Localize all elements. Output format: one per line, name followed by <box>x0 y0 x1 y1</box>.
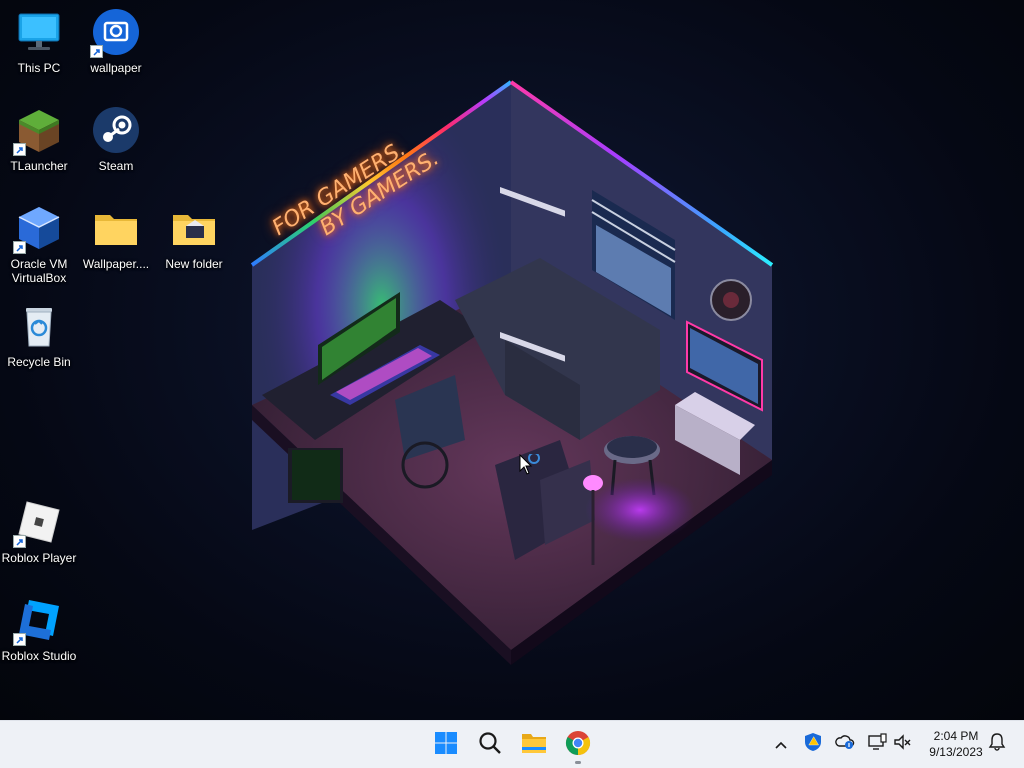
windows-start-icon <box>434 731 458 759</box>
desktop[interactable]: FOR GAMERS. BY GAMERS. This PC wallpaper… <box>0 0 1024 720</box>
shortcut-arrow-icon <box>13 535 26 548</box>
notifications-button[interactable] <box>986 733 1008 755</box>
chrome-icon <box>565 730 591 760</box>
desktop-icon-new-folder[interactable]: New folder <box>156 202 232 292</box>
roblox-player-icon <box>13 498 63 548</box>
desktop-icon-tlauncher[interactable]: TLauncher <box>1 104 77 194</box>
folder-icon <box>521 731 547 759</box>
running-indicator <box>575 761 581 764</box>
network-tray[interactable] <box>866 733 888 755</box>
taskbar: 2:04 PM 9/13/2023 <box>0 720 1024 768</box>
clock-time: 2:04 PM <box>933 729 979 743</box>
shortcut-arrow-icon <box>13 241 26 254</box>
desktop-icon-label: Recycle Bin <box>7 355 71 369</box>
computer-monitor-icon <box>15 8 63 56</box>
roblox-studio-icon <box>13 596 63 646</box>
minecraft-grass-block-icon <box>13 106 63 156</box>
speaker-muted-icon <box>893 733 913 755</box>
desktop-icon-label: wallpaper <box>90 61 142 75</box>
shortcut-arrow-icon <box>90 45 103 58</box>
windows-security-tray[interactable] <box>802 733 824 755</box>
shortcut-arrow-icon <box>13 143 26 156</box>
volume-tray[interactable] <box>892 733 914 755</box>
folder-icon <box>92 204 140 252</box>
desktop-icon-label: New folder <box>165 257 223 271</box>
desktop-icon-label: Wallpaper.... <box>82 257 150 271</box>
desktop-icon-label: Roblox Player <box>1 551 77 565</box>
show-hidden-icons-button[interactable] <box>770 733 792 755</box>
start-button[interactable] <box>426 725 466 765</box>
chrome-button[interactable] <box>558 725 598 765</box>
shield-warning-icon <box>803 732 823 756</box>
folder-icon <box>170 204 218 252</box>
steam-icon <box>92 106 140 154</box>
shortcut-arrow-icon <box>13 633 26 646</box>
desktop-icon-roblox-studio[interactable]: Roblox Studio <box>1 594 77 684</box>
wallpaper-engine-icon <box>90 8 140 58</box>
desktop-icon-label: TLauncher <box>10 159 68 173</box>
desktop-icon-this-pc[interactable]: This PC <box>1 6 77 96</box>
desktop-icon-steam[interactable]: Steam <box>78 104 154 194</box>
bell-icon <box>988 732 1006 756</box>
desktop-icon-label: Oracle VM VirtualBox <box>10 257 68 285</box>
desktop-icon-recycle-bin[interactable]: Recycle Bin <box>1 300 77 390</box>
desktop-icon-label: This PC <box>17 61 61 75</box>
virtualbox-cube-icon <box>13 204 63 254</box>
desktop-icon-label: Steam <box>98 159 134 173</box>
mouse-cursor-busy-icon <box>519 452 543 478</box>
search-button[interactable] <box>470 725 510 765</box>
desktop-icon-wallpaper-folder[interactable]: Wallpaper.... <box>78 202 154 292</box>
file-explorer-button[interactable] <box>514 725 554 765</box>
search-icon <box>478 731 502 759</box>
desktop-icon-wallpaper[interactable]: wallpaper <box>78 6 154 96</box>
onedrive-tray[interactable] <box>834 733 856 755</box>
network-icon <box>867 733 887 755</box>
recycle-bin-icon <box>15 302 63 350</box>
taskbar-clock[interactable]: 2:04 PM 9/13/2023 <box>916 728 996 760</box>
desktop-icon-label: Roblox Studio <box>1 649 77 663</box>
desktop-icon-virtualbox[interactable]: Oracle VM VirtualBox <box>1 202 77 292</box>
desktop-icon-roblox-player[interactable]: Roblox Player <box>1 496 77 586</box>
onedrive-cloud-icon <box>835 733 855 755</box>
chevron-up-icon <box>774 735 788 754</box>
clock-date: 9/13/2023 <box>929 745 983 759</box>
